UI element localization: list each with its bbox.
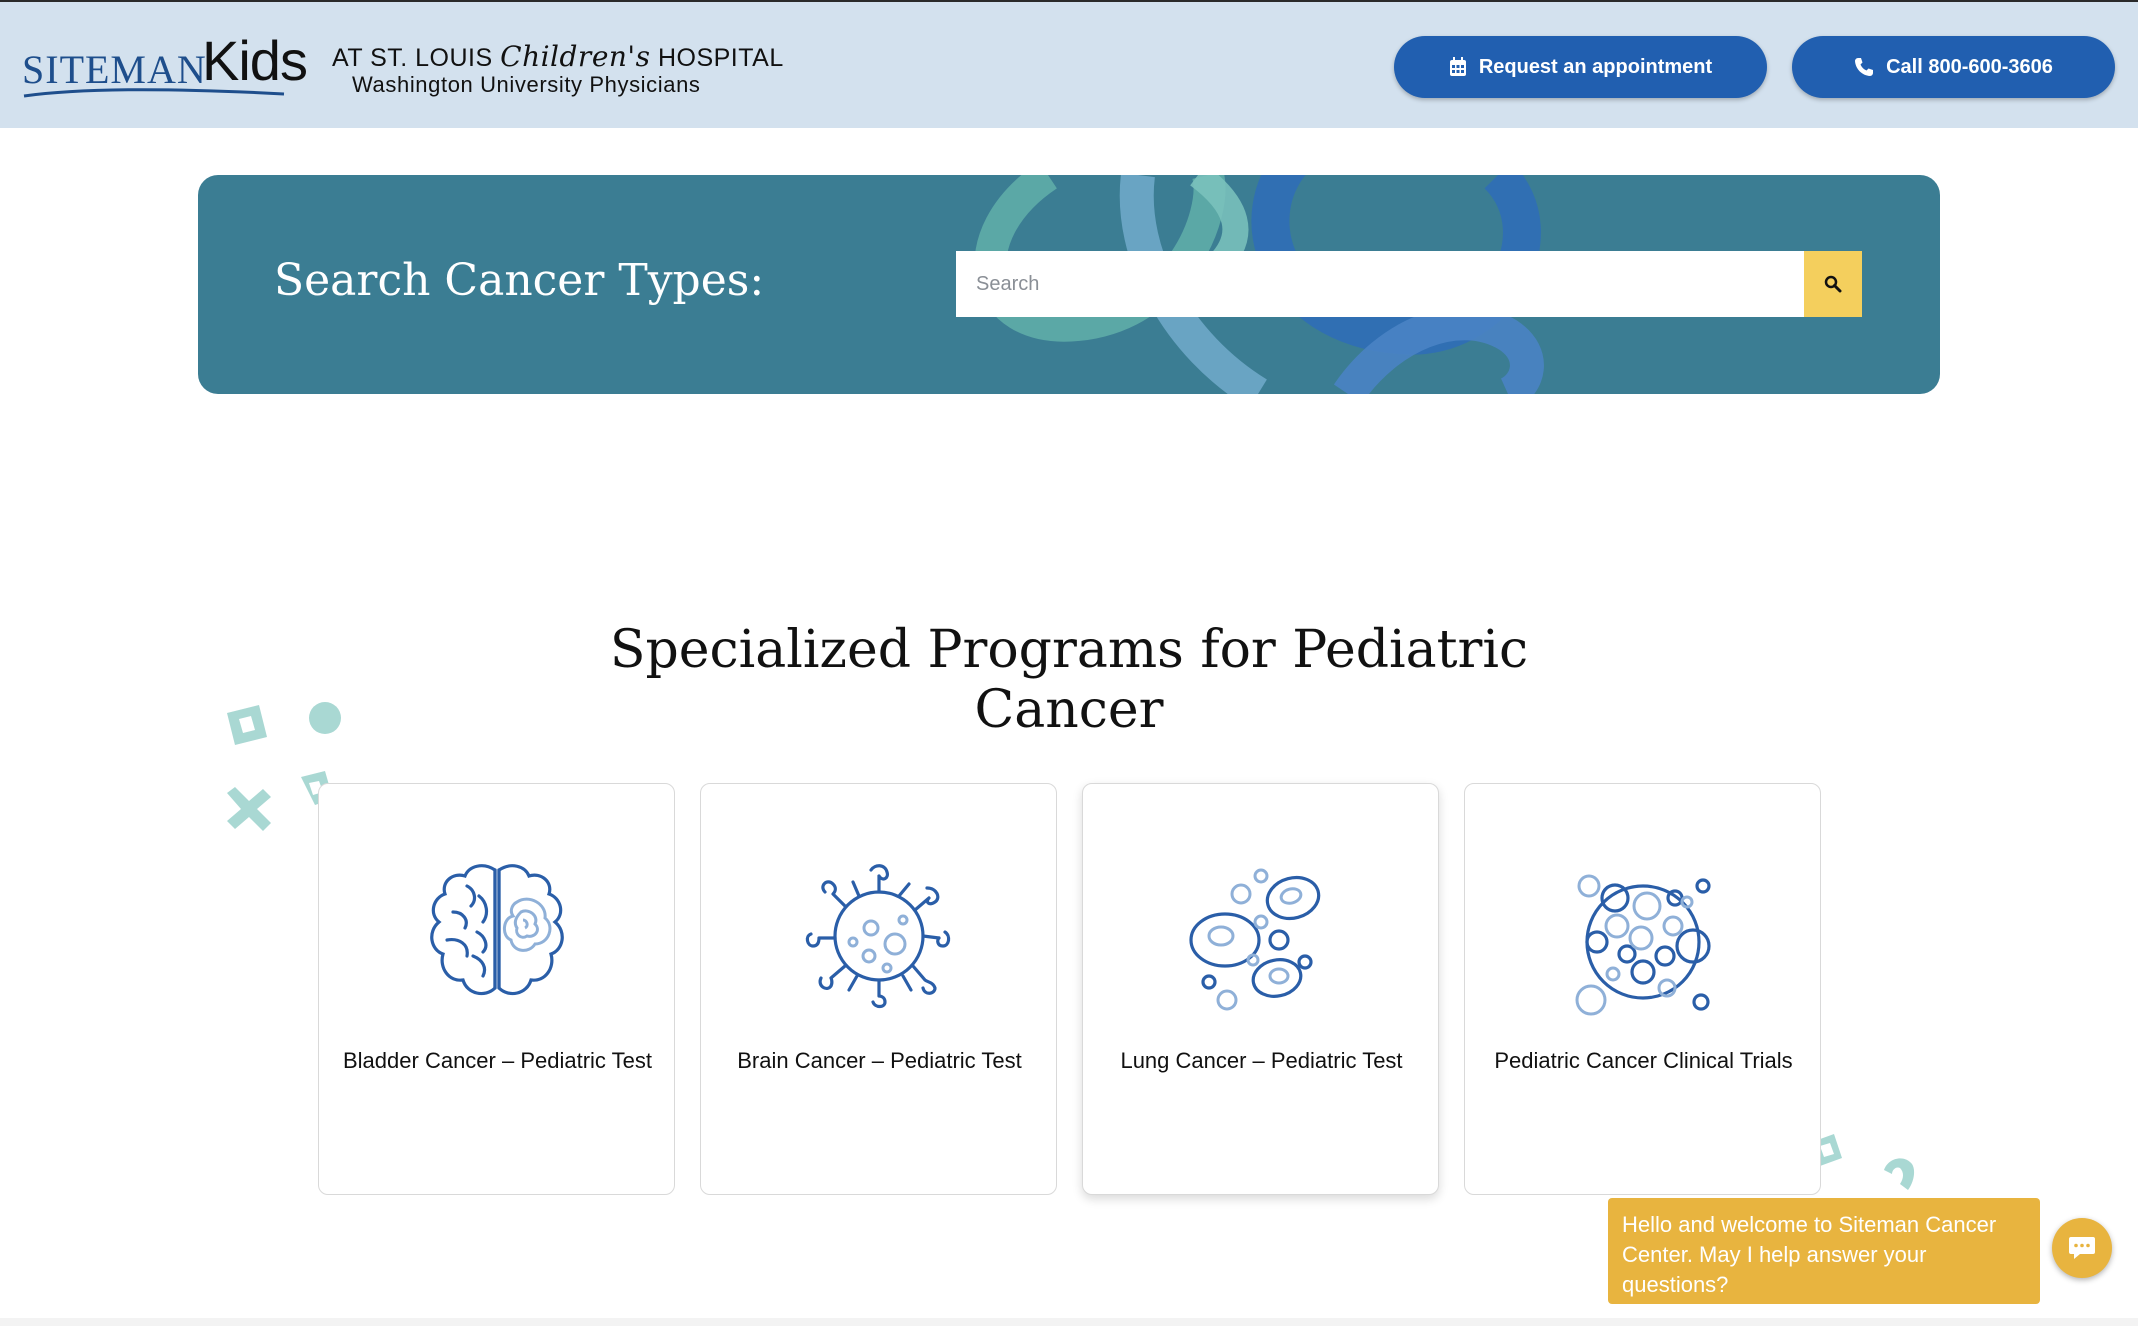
logo-physicians-line: Washington University Physicians bbox=[352, 72, 701, 97]
virus-cell-icon bbox=[805, 864, 951, 1009]
logo-swoosh-icon bbox=[23, 88, 285, 98]
program-card-title: Brain Cancer – Pediatric Test bbox=[737, 1048, 1022, 1073]
chat-welcome-message[interactable]: Hello and welcome to Siteman Cancer Cent… bbox=[1608, 1198, 2040, 1304]
logo-line1-suffix: HOSPITAL bbox=[657, 44, 784, 72]
cell-cluster-icon bbox=[1575, 874, 1711, 1016]
call-phone-button[interactable]: Call 800-600-3606 bbox=[1792, 36, 2115, 98]
logo-line1-prefix: AT ST. LOUIS bbox=[332, 44, 493, 72]
program-card-clinical-trials[interactable]: Pediatric Cancer Clinical Trials bbox=[1464, 783, 1821, 1195]
program-card-bladder-cancer[interactable]: Bladder Cancer – Pediatric Test bbox=[318, 783, 675, 1195]
brain-icon bbox=[430, 864, 564, 996]
next-section-edge bbox=[0, 1318, 2138, 1326]
chat-open-button[interactable] bbox=[2052, 1218, 2112, 1278]
search-cancer-types-banner: Search Cancer Types: bbox=[198, 175, 1940, 394]
logo-line1-script: Children's bbox=[500, 40, 651, 73]
request-appointment-button[interactable]: Request an appointment bbox=[1394, 36, 1767, 98]
program-card-title: Lung Cancer – Pediatric Test bbox=[1120, 1048, 1403, 1073]
program-card-lung-cancer[interactable]: Lung Cancer – Pediatric Test bbox=[1082, 783, 1439, 1195]
call-phone-label: Call 800-600-3606 bbox=[1886, 55, 2053, 78]
program-card-title: Bladder Cancer – Pediatric Test bbox=[343, 1048, 652, 1073]
search-icon bbox=[1824, 275, 1842, 293]
cancer-type-search-input[interactable] bbox=[956, 251, 1804, 317]
logo-hospital-line: AT ST. LOUIS Children's HOSPITAL bbox=[332, 40, 784, 73]
siteman-kids-logo[interactable]: SITEMAN Kids AT ST. LOUIS Children's HOS… bbox=[22, 28, 783, 108]
search-title: Search Cancer Types: bbox=[274, 255, 765, 306]
search-submit-button[interactable] bbox=[1804, 251, 1862, 317]
logo-brand-kids: Kids bbox=[202, 29, 308, 92]
programs-section-title: Specialized Programs for Pediatric Cance… bbox=[609, 620, 1529, 740]
program-card-brain-cancer[interactable]: Brain Cancer – Pediatric Test bbox=[700, 783, 1057, 1195]
calendar-icon bbox=[1449, 57, 1466, 76]
site-header: SITEMAN Kids AT ST. LOUIS Children's HOS… bbox=[0, 0, 2138, 128]
cells-icon bbox=[1189, 868, 1321, 1011]
chat-icon bbox=[2069, 1237, 2095, 1259]
phone-icon bbox=[1855, 58, 1874, 76]
decorative-shapes-right bbox=[1812, 1134, 1915, 1190]
request-appointment-label: Request an appointment bbox=[1478, 55, 1713, 78]
program-card-title: Pediatric Cancer Clinical Trials bbox=[1494, 1048, 1793, 1073]
